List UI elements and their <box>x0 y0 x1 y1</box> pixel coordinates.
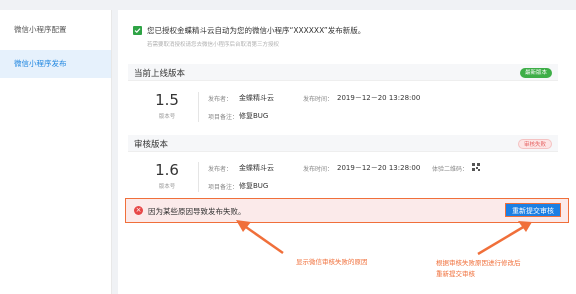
left-arrow-icon <box>236 220 284 255</box>
annotation-right-line2: 重新提交审核 <box>436 270 475 278</box>
annotation-arrows <box>236 220 532 256</box>
annotation-left: 显示微信审核失败的原因 <box>296 258 368 266</box>
right-arrow-icon <box>477 221 532 256</box>
annotation-right-line1: 根据审核失败原因进行修改后 <box>436 259 521 267</box>
